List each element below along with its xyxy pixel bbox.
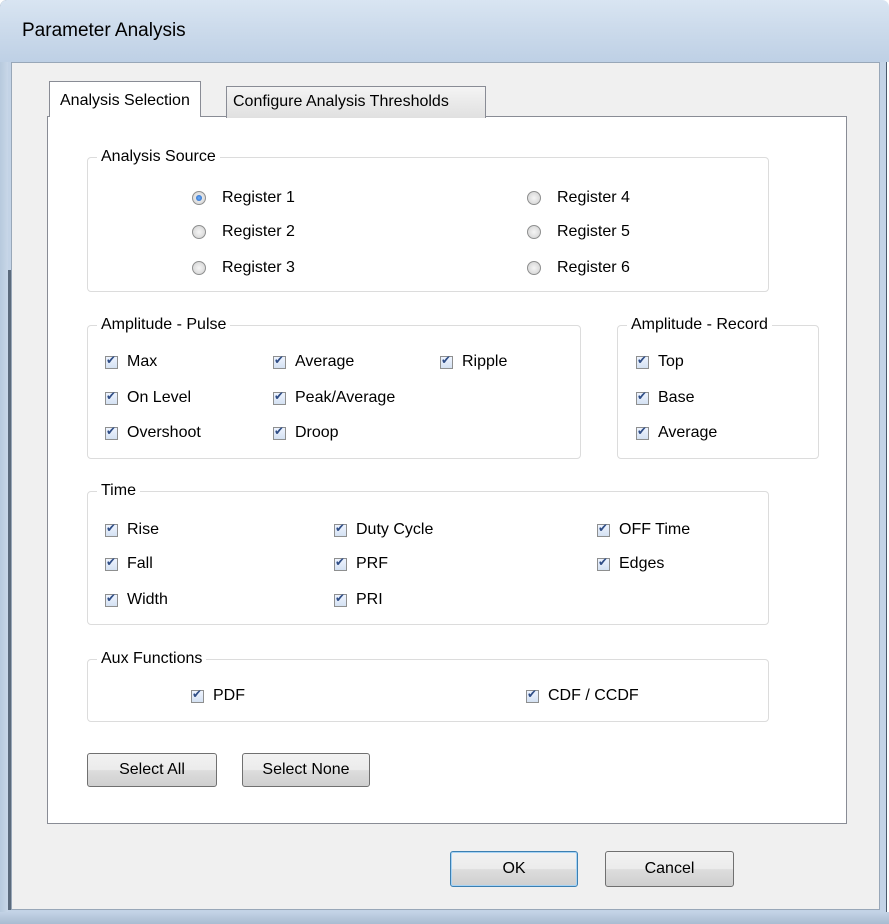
checkbox-pdf[interactable]: PDF bbox=[191, 687, 245, 705]
checkbox-label: CDF / CCDF bbox=[548, 687, 639, 704]
select-all-button[interactable]: Select All bbox=[87, 753, 217, 787]
tab-analysis-selection[interactable]: Analysis Selection bbox=[49, 81, 201, 117]
checkbox-label: Average bbox=[295, 353, 355, 370]
checkbox-max[interactable]: Max bbox=[105, 353, 157, 371]
radio-register-4[interactable]: Register 4 bbox=[527, 189, 630, 207]
checkbox-base[interactable]: Base bbox=[636, 389, 694, 407]
checkbox-checked-icon bbox=[636, 389, 649, 405]
checkbox-checked-icon bbox=[273, 389, 286, 405]
group-legend: Time bbox=[97, 480, 140, 502]
checkbox-label: Width bbox=[127, 591, 168, 608]
analysis-source-group: Analysis Source bbox=[87, 146, 769, 292]
radio-icon bbox=[527, 191, 541, 205]
radio-register-3[interactable]: Register 3 bbox=[192, 259, 295, 277]
checkbox-checked-icon bbox=[334, 555, 347, 571]
checkbox-checked-icon bbox=[636, 353, 649, 369]
checkbox-checked-icon bbox=[105, 591, 118, 607]
checkbox-record-average[interactable]: Average bbox=[636, 424, 717, 442]
checkbox-overshoot[interactable]: Overshoot bbox=[105, 424, 201, 442]
checkbox-label: PDF bbox=[213, 687, 245, 704]
checkbox-label: OFF Time bbox=[619, 521, 691, 538]
checkbox-checked-icon bbox=[273, 353, 286, 369]
checkbox-checked-icon bbox=[597, 521, 610, 537]
radio-register-6[interactable]: Register 6 bbox=[527, 259, 630, 277]
checkbox-label: Peak/Average bbox=[295, 389, 396, 406]
group-legend: Aux Functions bbox=[97, 648, 207, 670]
radio-icon bbox=[527, 225, 541, 239]
checkbox-label: Fall bbox=[127, 555, 153, 572]
checkbox-checked-icon bbox=[334, 591, 347, 607]
checkbox-label: Edges bbox=[619, 555, 665, 572]
checkbox-checked-icon bbox=[105, 521, 118, 537]
window-frame-left bbox=[0, 62, 8, 924]
radio-icon bbox=[192, 225, 206, 239]
checkbox-ripple[interactable]: Ripple bbox=[440, 353, 507, 371]
window-title: Parameter Analysis bbox=[22, 20, 186, 41]
checkbox-droop[interactable]: Droop bbox=[273, 424, 339, 442]
checkbox-label: Overshoot bbox=[127, 424, 201, 441]
checkbox-checked-icon bbox=[440, 353, 453, 369]
checkbox-checked-icon bbox=[597, 555, 610, 571]
radio-label: Register 4 bbox=[557, 189, 630, 206]
select-none-button[interactable]: Select None bbox=[242, 753, 370, 787]
radio-label: Register 3 bbox=[222, 259, 295, 276]
checkbox-label: Max bbox=[127, 353, 158, 370]
checkbox-checked-icon bbox=[526, 687, 539, 703]
tab-label: Configure Analysis Thresholds bbox=[233, 93, 449, 110]
checkbox-edges[interactable]: Edges bbox=[597, 555, 664, 573]
checkbox-label: Base bbox=[658, 389, 695, 406]
aux-functions-group: Aux Functions bbox=[87, 648, 769, 722]
radio-selected-icon bbox=[192, 191, 206, 205]
checkbox-label: Ripple bbox=[462, 353, 508, 370]
checkbox-duty-cycle[interactable]: Duty Cycle bbox=[334, 521, 433, 539]
time-group: Time bbox=[87, 480, 769, 625]
radio-label: Register 6 bbox=[557, 259, 630, 276]
checkbox-cdf-ccdf[interactable]: CDF / CCDF bbox=[526, 687, 639, 705]
ok-button[interactable]: OK bbox=[450, 851, 578, 887]
checkbox-checked-icon bbox=[105, 389, 118, 405]
checkbox-label: Average bbox=[658, 424, 718, 441]
radio-icon bbox=[527, 261, 541, 275]
checkbox-peak-average[interactable]: Peak/Average bbox=[273, 389, 395, 407]
checkbox-label: PRF bbox=[356, 555, 388, 572]
checkbox-checked-icon bbox=[636, 424, 649, 440]
checkbox-fall[interactable]: Fall bbox=[105, 555, 153, 573]
tab-configure-analysis-thresholds[interactable]: Configure Analysis Thresholds bbox=[226, 86, 486, 118]
tab-label: Analysis Selection bbox=[60, 92, 190, 109]
checkbox-label: Rise bbox=[127, 521, 160, 538]
radio-register-1[interactable]: Register 1 bbox=[192, 189, 295, 207]
group-legend: Amplitude - Record bbox=[627, 314, 772, 336]
checkbox-label: Top bbox=[658, 353, 684, 370]
checkbox-checked-icon bbox=[334, 521, 347, 537]
checkbox-checked-icon bbox=[105, 353, 118, 369]
radio-label: Register 2 bbox=[222, 223, 295, 240]
checkbox-label: PRI bbox=[356, 591, 383, 608]
checkbox-checked-icon bbox=[105, 555, 118, 571]
radio-register-2[interactable]: Register 2 bbox=[192, 223, 295, 241]
radio-label: Register 1 bbox=[222, 189, 295, 206]
group-legend: Analysis Source bbox=[97, 146, 220, 168]
title-bar[interactable]: Parameter Analysis bbox=[0, 0, 889, 62]
checkbox-label: On Level bbox=[127, 389, 192, 406]
checkbox-rise[interactable]: Rise bbox=[105, 521, 159, 539]
checkbox-label: Duty Cycle bbox=[356, 521, 434, 538]
radio-register-5[interactable]: Register 5 bbox=[527, 223, 630, 241]
checkbox-width[interactable]: Width bbox=[105, 591, 168, 609]
checkbox-checked-icon bbox=[273, 424, 286, 440]
checkbox-top[interactable]: Top bbox=[636, 353, 684, 371]
checkbox-average[interactable]: Average bbox=[273, 353, 354, 371]
checkbox-pri[interactable]: PRI bbox=[334, 591, 383, 609]
cancel-button[interactable]: Cancel bbox=[605, 851, 734, 887]
checkbox-prf[interactable]: PRF bbox=[334, 555, 388, 573]
radio-icon bbox=[192, 261, 206, 275]
radio-label: Register 5 bbox=[557, 223, 630, 240]
group-legend: Amplitude - Pulse bbox=[97, 314, 231, 336]
checkbox-label: Droop bbox=[295, 424, 339, 441]
checkbox-on-level[interactable]: On Level bbox=[105, 389, 191, 407]
checkbox-checked-icon bbox=[105, 424, 118, 440]
window-frame-bottom bbox=[0, 912, 889, 924]
checkbox-checked-icon bbox=[191, 687, 204, 703]
checkbox-off-time[interactable]: OFF Time bbox=[597, 521, 690, 539]
